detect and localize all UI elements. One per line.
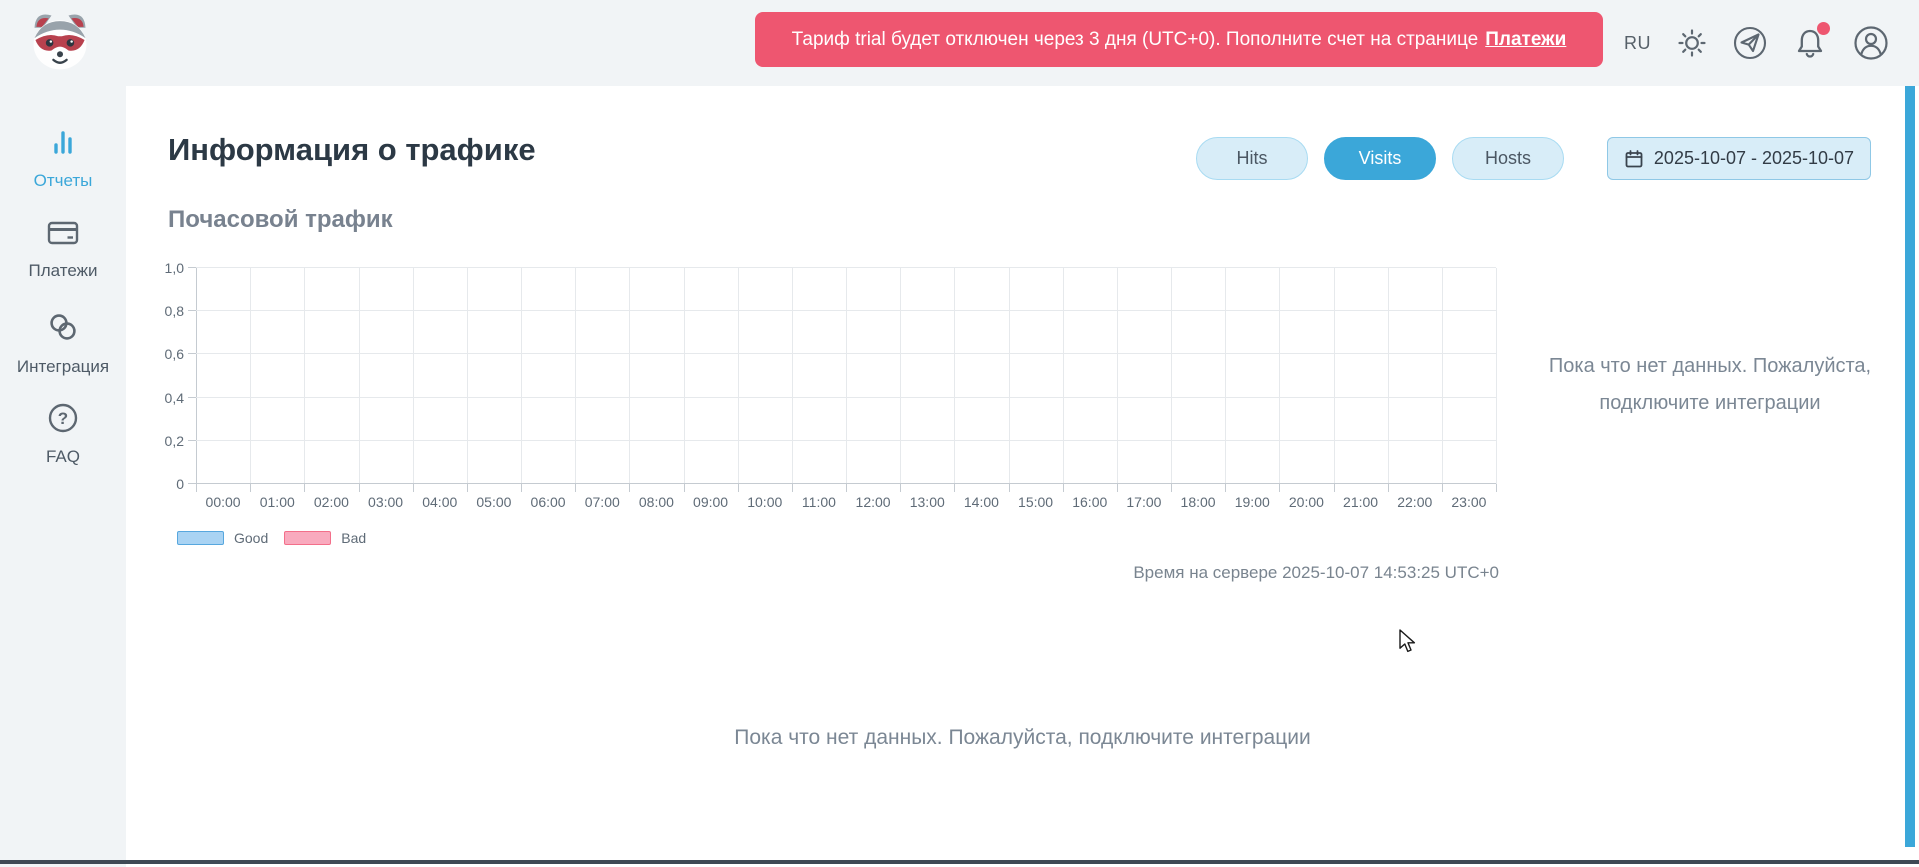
x-tick-label: 22:00 [1397, 494, 1432, 510]
chart-legend: Good Bad [177, 530, 366, 546]
x-tick-label: 18:00 [1181, 494, 1216, 510]
app-canvas: Тариф trial будет отключен через 3 дня (… [0, 0, 1919, 867]
x-tick-label: 20:00 [1289, 494, 1324, 510]
x-tick-label: 21:00 [1343, 494, 1378, 510]
legend-swatch [284, 531, 331, 545]
page-title: Информация о трафике [168, 132, 536, 168]
server-time: Время на сервере 2025-10-07 14:53:25 UTC… [1000, 563, 1499, 583]
y-tick-label: 0 [176, 476, 184, 492]
traffic-metric-tabs: Hits Visits Hosts [1196, 137, 1564, 180]
x-tick-label: 03:00 [368, 494, 403, 510]
x-tick-label: 15:00 [1018, 494, 1053, 510]
x-tick-label: 08:00 [639, 494, 674, 510]
link-icon [46, 310, 80, 349]
x-tick-label: 23:00 [1451, 494, 1486, 510]
question-circle-icon: ? [47, 402, 79, 439]
tab-visits[interactable]: Visits [1324, 137, 1436, 180]
y-tick-label: 0,4 [165, 390, 184, 406]
calendar-icon [1624, 149, 1644, 169]
plot-area [196, 268, 1496, 484]
date-range-value: 2025-10-07 - 2025-10-07 [1654, 148, 1854, 169]
legend-item: Good [177, 530, 268, 546]
sidebar-item-faq[interactable]: ? FAQ [0, 402, 126, 480]
account-icon[interactable] [1853, 25, 1889, 61]
x-tick-label: 09:00 [693, 494, 728, 510]
notifications-bell-icon[interactable] [1793, 27, 1827, 59]
x-tick-label: 05:00 [476, 494, 511, 510]
x-tick-label: 14:00 [964, 494, 999, 510]
x-tick-label: 12:00 [856, 494, 891, 510]
banner-text: Тариф trial будет отключен через 3 дня (… [792, 29, 1479, 51]
legend-label: Bad [341, 530, 366, 546]
legend-item: Bad [284, 530, 366, 546]
sidebar-nav: Отчеты Платежи Интеграция [0, 126, 126, 480]
legend-swatch [177, 531, 224, 545]
header-actions: RU [1624, 0, 1889, 86]
telegram-icon[interactable] [1733, 26, 1767, 60]
y-tick-label: 0,8 [165, 303, 184, 319]
legend-label: Good [234, 530, 268, 546]
x-tick-label: 07:00 [585, 494, 620, 510]
y-tick-label: 0,6 [165, 346, 184, 362]
x-tick-label: 04:00 [422, 494, 457, 510]
sidebar-item-payments[interactable]: Платежи [0, 218, 126, 296]
notification-dot [1817, 22, 1830, 35]
bottom-divider-bar [0, 860, 1919, 864]
x-tick-label: 16:00 [1072, 494, 1107, 510]
date-range-picker[interactable]: 2025-10-07 - 2025-10-07 [1607, 137, 1871, 180]
svg-text:?: ? [58, 409, 68, 428]
x-tick-label: 13:00 [910, 494, 945, 510]
raccoon-logo-icon [26, 7, 94, 75]
sidebar-item-label: Отчеты [34, 171, 93, 191]
y-axis-labels: 00,20,40,60,81,0 [140, 268, 184, 484]
tab-hosts[interactable]: Hosts [1452, 137, 1564, 180]
x-tick-label: 00:00 [206, 494, 241, 510]
tab-hits[interactable]: Hits [1196, 137, 1308, 180]
sidebar-item-label: Интеграция [17, 357, 109, 377]
x-tick-label: 17:00 [1126, 494, 1161, 510]
bar-chart-icon [47, 126, 79, 163]
section-title: Почасовой трафик [168, 206, 393, 234]
x-tick-label: 01:00 [260, 494, 295, 510]
logo-raccoon[interactable] [26, 7, 94, 75]
sidebar-item-reports[interactable]: Отчеты [0, 126, 126, 204]
no-data-bottom-message: Пока что нет данных. Пожалуйста, подключ… [126, 726, 1919, 750]
credit-card-icon [46, 218, 80, 253]
sidebar-item-label: Платежи [29, 261, 98, 281]
banner-payments-link[interactable]: Платежи [1485, 29, 1566, 51]
y-tick-label: 1,0 [165, 260, 184, 276]
theme-sun-icon[interactable] [1677, 28, 1707, 58]
x-tick-label: 19:00 [1235, 494, 1270, 510]
x-tick-label: 10:00 [747, 494, 782, 510]
x-tick-label: 02:00 [314, 494, 349, 510]
language-switcher[interactable]: RU [1624, 33, 1651, 54]
y-tick-label: 0,2 [165, 433, 184, 449]
sidebar-item-label: FAQ [46, 447, 80, 467]
x-tick-label: 06:00 [531, 494, 566, 510]
no-data-side-message: Пока что нет данных. Пожалуйста, подключ… [1540, 348, 1880, 422]
sidebar-item-integration[interactable]: Интеграция [0, 310, 126, 388]
x-axis-labels: 00:00 01:00 02:00 03:00 04:00 05:00 06:00 07:00… [196, 484, 1496, 512]
x-tick-label: 11:00 [802, 494, 836, 510]
trial-warning-banner: Тариф trial будет отключен через 3 дня (… [755, 12, 1603, 67]
vertical-scrollbar-thumb[interactable] [1905, 86, 1915, 847]
